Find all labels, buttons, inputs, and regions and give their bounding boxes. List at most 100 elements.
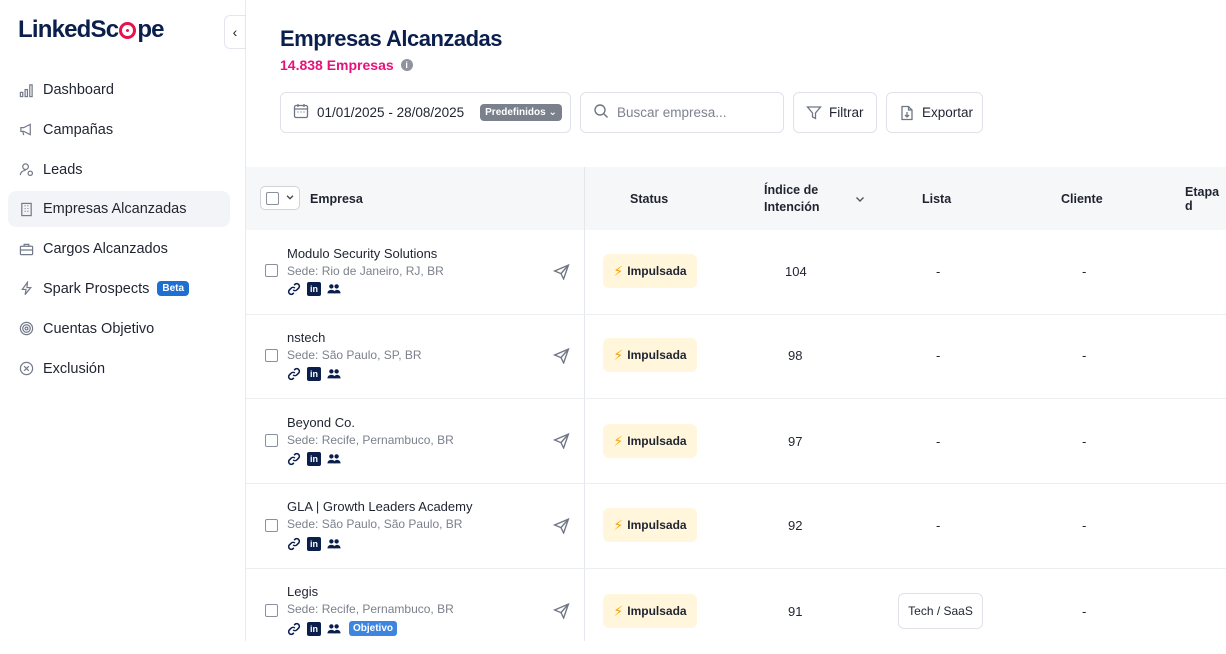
lista-value: -	[936, 348, 941, 363]
company-name[interactable]: Modulo Security Solutions	[287, 246, 437, 261]
chevron-down-icon: ⌄	[548, 107, 557, 118]
company-sede: Sede: Recife, Pernambuco, BR	[287, 433, 454, 447]
building-icon	[18, 201, 34, 217]
search-input[interactable]	[617, 105, 777, 120]
lightning-icon: ⚡	[613, 262, 624, 279]
people-icon[interactable]	[327, 367, 341, 381]
link-icon[interactable]	[287, 282, 301, 296]
date-range-value: 01/01/2025 - 28/08/2025	[317, 105, 465, 120]
status-badge: ⚡ Impulsada	[603, 254, 697, 288]
intent-index: 97	[788, 434, 803, 449]
table-row: Beyond Co. Sede: Recife, Pernambuco, BR …	[246, 399, 1226, 484]
date-range-picker[interactable]: 01/01/2025 - 28/08/2025 Predefinidos ⌄	[280, 92, 571, 133]
send-icon[interactable]	[552, 347, 570, 369]
send-icon[interactable]	[552, 263, 570, 285]
sidebar-item-campanas[interactable]: Campañas	[8, 112, 230, 148]
sidebar-item-cuentas-objetivo[interactable]: Cuentas Objetivo	[8, 311, 230, 347]
intent-index: 98	[788, 348, 803, 363]
lista-value: -	[936, 518, 941, 533]
table-header: Empresa Status Índice de Intención Lista…	[246, 167, 1226, 230]
sidebar-item-label: Leads	[43, 161, 83, 178]
sidebar-item-label: Exclusión	[43, 360, 106, 377]
row-checkbox[interactable]	[265, 264, 278, 277]
sidebar-item-empresas-alcanzadas[interactable]: Empresas Alcanzadas	[8, 191, 230, 228]
linkedin-icon[interactable]: in	[307, 282, 321, 296]
send-icon[interactable]	[552, 602, 570, 624]
logo[interactable]: LinkedSc pe	[18, 16, 165, 44]
company-links: in	[287, 367, 341, 381]
column-header-status[interactable]: Status	[630, 167, 668, 230]
select-all-dropdown[interactable]	[260, 186, 300, 210]
people-icon[interactable]	[327, 452, 341, 466]
lightning-icon: ⚡	[613, 602, 624, 619]
sidebar-item-spark-prospects[interactable]: Spark Prospects Beta	[8, 271, 230, 307]
lightning-icon: ⚡	[613, 346, 624, 363]
sidebar-item-dashboard[interactable]: Dashboard	[8, 72, 230, 108]
row-checkbox[interactable]	[265, 349, 278, 362]
intent-index: 104	[785, 264, 807, 279]
people-icon[interactable]	[327, 622, 341, 636]
link-icon[interactable]	[287, 537, 301, 551]
company-count-label: 14.838 Empresas	[280, 57, 394, 73]
people-icon[interactable]	[327, 537, 341, 551]
sidebar-item-label: Cuentas Objetivo	[43, 320, 155, 337]
company-sede: Sede: Recife, Pernambuco, BR	[287, 602, 454, 616]
sidebar-item-label: Cargos Alcanzados	[43, 241, 168, 258]
sidebar-item-label: Campañas	[43, 121, 114, 138]
sidebar-item-label: Empresas Alcanzadas	[43, 201, 187, 218]
linkedin-icon[interactable]: in	[307, 452, 321, 466]
linkedin-icon[interactable]: in	[307, 537, 321, 551]
column-header-empresa[interactable]: Empresa	[310, 167, 363, 230]
cliente-value: -	[1082, 604, 1087, 619]
company-sede: Sede: São Paulo, São Paulo, BR	[287, 517, 463, 531]
target-icon	[18, 321, 34, 337]
user-icon	[18, 162, 34, 178]
cliente-value: -	[1082, 434, 1087, 449]
company-links: in Objetivo	[287, 621, 398, 636]
select-all-checkbox[interactable]	[266, 191, 279, 205]
link-icon[interactable]	[287, 622, 301, 636]
lista-tag[interactable]: Tech / SaaS	[898, 593, 983, 629]
sidebar-item-label: Dashboard	[43, 82, 114, 98]
row-checkbox[interactable]	[265, 604, 278, 617]
sidebar-item-leads[interactable]: Leads	[8, 152, 230, 188]
column-header-lista[interactable]: Lista	[922, 167, 951, 230]
table-row: Legis Sede: Recife, Pernambuco, BR in Ob…	[246, 569, 1226, 654]
column-header-cliente[interactable]: Cliente	[1061, 167, 1103, 230]
cliente-value: -	[1082, 348, 1087, 363]
people-icon[interactable]	[327, 282, 341, 296]
calendar-icon	[293, 103, 309, 122]
send-icon[interactable]	[552, 517, 570, 539]
company-name[interactable]: nstech	[287, 330, 325, 345]
logo-target-icon	[119, 22, 137, 39]
page-title: Empresas Alcanzadas	[280, 26, 503, 51]
info-icon[interactable]: i	[400, 59, 413, 71]
sidebar-item-cargos-alcanzados[interactable]: Cargos Alcanzados	[8, 231, 230, 267]
row-checkbox[interactable]	[265, 434, 278, 447]
chevron-left-icon: ‹	[232, 24, 238, 40]
linkedin-icon[interactable]: in	[307, 621, 321, 636]
status-badge: ⚡ Impulsada	[603, 594, 697, 628]
presets-dropdown[interactable]: Predefinidos ⌄	[480, 104, 562, 121]
column-header-etapa[interactable]: Etapa d	[1185, 167, 1226, 230]
sidebar-item-label: Spark Prospects	[43, 280, 150, 297]
send-icon[interactable]	[552, 432, 570, 454]
link-icon[interactable]	[287, 367, 301, 381]
export-button[interactable]: Exportar	[886, 92, 983, 133]
collapse-sidebar-button[interactable]: ‹	[224, 15, 246, 49]
company-name[interactable]: Beyond Co.	[287, 415, 355, 430]
company-name[interactable]: GLA | Growth Leaders Academy	[287, 499, 472, 514]
sort-chevron-icon[interactable]	[854, 167, 866, 230]
company-name[interactable]: Legis	[287, 584, 318, 599]
filter-button[interactable]: Filtrar	[793, 92, 877, 133]
sidebar-item-exclusion[interactable]: Exclusión	[8, 351, 230, 387]
linkedin-icon[interactable]: in	[307, 367, 321, 381]
bar-chart-icon	[18, 82, 34, 98]
company-sede: Sede: Rio de Janeiro, RJ, BR	[287, 264, 444, 278]
filter-label: Filtrar	[829, 105, 864, 120]
status-badge: ⚡ Impulsada	[603, 508, 697, 542]
column-header-indice[interactable]: Índice de Intención	[764, 167, 820, 230]
link-icon[interactable]	[287, 452, 301, 466]
lightning-icon: ⚡	[613, 432, 624, 449]
row-checkbox[interactable]	[265, 519, 278, 532]
